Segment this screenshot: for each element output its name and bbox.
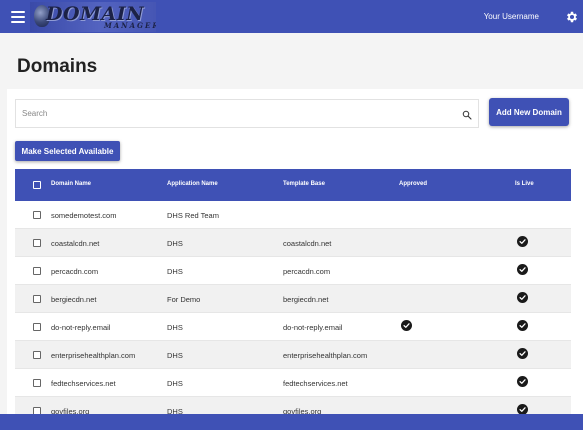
domains-card: Add New Domain Make Selected Available D… (7, 89, 583, 430)
header-template-base[interactable]: Template Base (283, 181, 325, 187)
menu-icon[interactable] (11, 11, 25, 23)
row-checkbox[interactable] (33, 239, 41, 247)
row-checkbox[interactable] (33, 295, 41, 303)
table-body: somedemotest.com DHS Red Team coastalcdn.n… (15, 201, 571, 425)
row-checkbox[interactable] (33, 351, 41, 359)
domain-name-cell: enterprisehealthplan.com (51, 351, 136, 360)
template-base-cell: bergiecdn.net (283, 295, 329, 304)
table-row[interactable]: somedemotest.com DHS Red Team (15, 201, 571, 229)
table-row[interactable]: coastalcdn.net DHS coastalcdn.net (15, 229, 571, 257)
application-name-cell: For Demo (167, 295, 201, 304)
domain-name-cell: bergiecdn.net (51, 295, 97, 304)
application-name-cell: DHS (167, 351, 183, 360)
table-row[interactable]: bergiecdn.net For Demo bergiecdn.net (15, 285, 571, 313)
row-checkbox[interactable] (33, 267, 41, 275)
application-name-cell: DHS Red Team (167, 211, 219, 220)
is-live-check-icon (517, 292, 528, 303)
table-row[interactable]: enterprisehealthplan.com DHS enterprisehea… (15, 341, 571, 369)
row-checkbox[interactable] (33, 211, 41, 219)
search-icon[interactable] (462, 110, 472, 120)
table-row[interactable]: fedtechservices.net DHS fedtechservices.ne… (15, 369, 571, 397)
application-name-cell: DHS (167, 323, 183, 332)
application-name-cell: DHS (167, 239, 183, 248)
application-name-cell: DHS (167, 267, 183, 276)
domain-name-cell: do-not-reply.email (51, 323, 111, 332)
table-row[interactable]: do-not-reply.email DHS do-not-reply.email (15, 313, 571, 341)
domain-name-cell: somedemotest.com (51, 211, 117, 220)
approved-check-icon (401, 320, 412, 331)
header-domain-name[interactable]: Domain Name (51, 181, 91, 187)
is-live-check-icon (517, 236, 528, 247)
logo: DOMAIN MANAGER (30, 2, 156, 32)
header-approved[interactable]: Approved (399, 181, 427, 187)
template-base-cell: fedtechservices.net (283, 379, 348, 388)
table-row[interactable]: percacdn.com DHS percacdn.com (15, 257, 571, 285)
domain-name-cell: coastalcdn.net (51, 239, 100, 248)
is-live-check-icon (517, 320, 528, 331)
template-base-cell: enterprisehealthplan.com (283, 351, 368, 360)
domain-name-cell: percacdn.com (51, 267, 99, 276)
header-is-live[interactable]: Is Live (515, 181, 534, 187)
make-selected-available-button[interactable]: Make Selected Available (15, 141, 120, 161)
search-field[interactable] (15, 99, 479, 128)
bottom-bar (0, 414, 583, 430)
is-live-check-icon (517, 348, 528, 359)
domain-name-cell: fedtechservices.net (51, 379, 116, 388)
template-base-cell: percacdn.com (283, 267, 331, 276)
username-label[interactable]: Your Username (484, 12, 539, 21)
template-base-cell: do-not-reply.email (283, 323, 343, 332)
gear-icon[interactable] (565, 10, 579, 24)
app-bar: DOMAIN MANAGER Your Username (0, 0, 583, 33)
header-application-name[interactable]: Application Name (167, 181, 218, 187)
row-checkbox[interactable] (33, 379, 41, 387)
page-title: Domains (17, 56, 98, 77)
row-checkbox[interactable] (33, 323, 41, 331)
add-new-domain-button[interactable]: Add New Domain (489, 98, 569, 126)
select-all-checkbox[interactable] (33, 181, 41, 189)
logo-subtext: MANAGER (104, 21, 156, 30)
is-live-check-icon (517, 264, 528, 275)
table-header: Domain Name Application Name Template Ba… (15, 169, 571, 201)
template-base-cell: coastalcdn.net (283, 239, 332, 248)
domains-table: Domain Name Application Name Template Ba… (15, 169, 571, 425)
is-live-check-icon (517, 376, 528, 387)
search-input[interactable] (16, 100, 456, 127)
application-name-cell: DHS (167, 379, 183, 388)
